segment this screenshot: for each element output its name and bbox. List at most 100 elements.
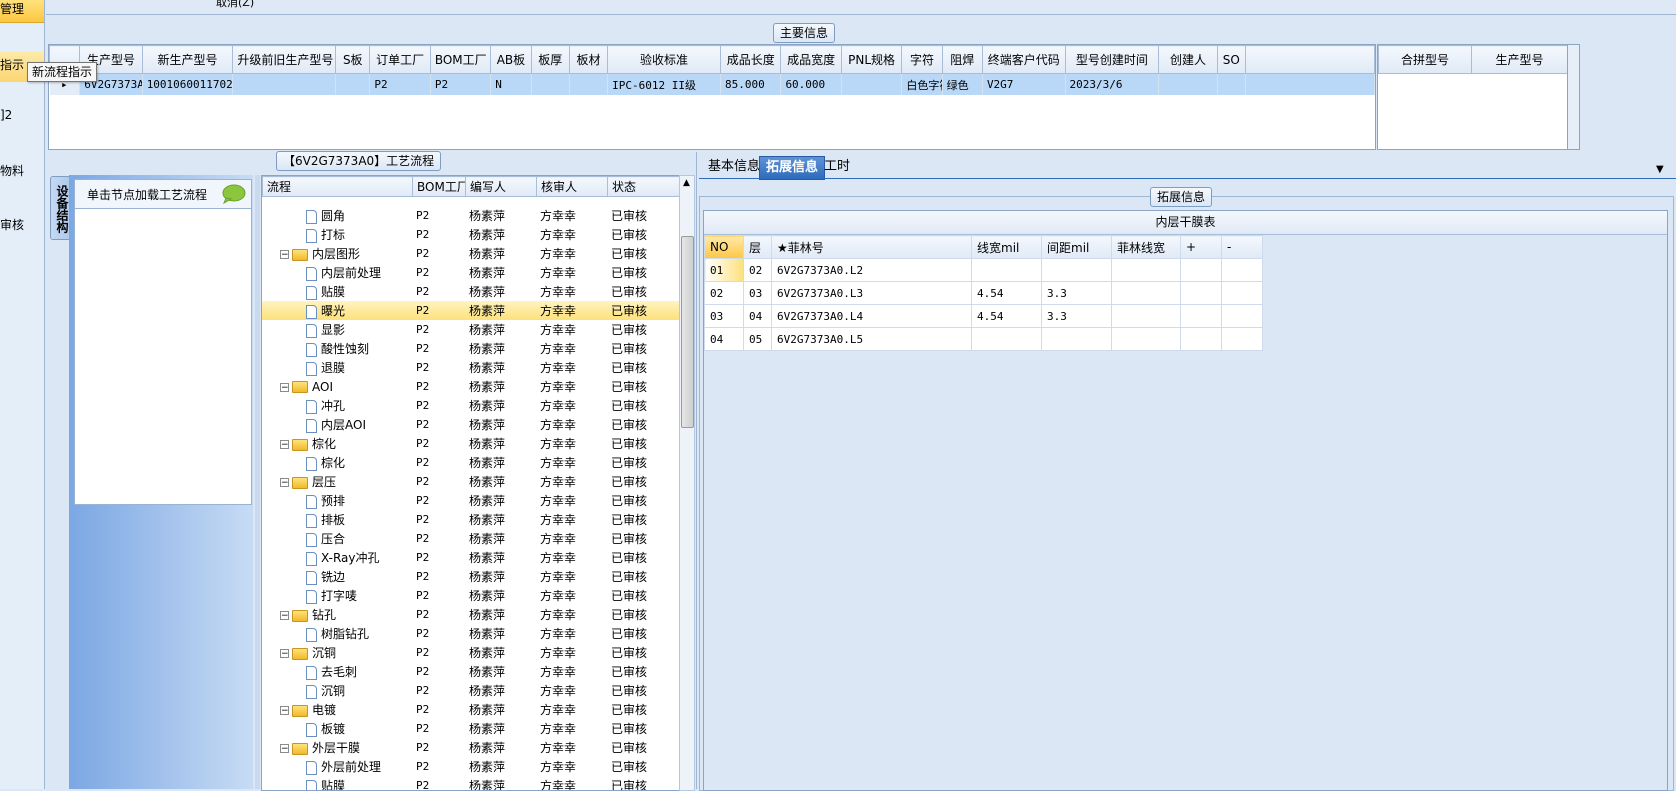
tree-row[interactable]: −外层干膜P2杨素萍方幸幸已审核: [262, 738, 680, 757]
film-row[interactable]: 04056V2G7373A0.L5: [705, 328, 1263, 351]
main-col-header-5[interactable]: BOM工厂: [430, 46, 490, 74]
collapse-icon[interactable]: −: [280, 744, 289, 753]
tree-row[interactable]: 冲孔P2杨素萍方幸幸已审核: [262, 396, 680, 415]
tree-node[interactable]: −钻孔: [262, 605, 412, 624]
film-cell[interactable]: 02: [744, 259, 772, 282]
tree-row[interactable]: 打标P2杨素萍方幸幸已审核: [262, 225, 680, 244]
tree-node[interactable]: 棕化: [262, 453, 412, 472]
main-col-header-10[interactable]: 成品长度: [720, 46, 780, 74]
film-cell[interactable]: 3.3: [1042, 282, 1112, 305]
film-cell[interactable]: [1222, 305, 1263, 328]
film-cell[interactable]: [1042, 328, 1112, 351]
collapse-icon[interactable]: −: [280, 478, 289, 487]
film-cell[interactable]: 6V2G7373A0.L4: [772, 305, 972, 328]
tree-row[interactable]: 沉铜P2杨素萍方幸幸已审核: [262, 681, 680, 700]
main-grid-row[interactable]: ▸6V2G7373A010010600117025P2P2NIPC-6012 I…: [50, 74, 1375, 96]
nav-item-4[interactable]: 审核: [0, 216, 24, 233]
tree-row[interactable]: 排板P2杨素萍方幸幸已审核: [262, 510, 680, 529]
tree-row[interactable]: 贴膜P2杨素萍方幸幸已审核: [262, 282, 680, 301]
tree-row[interactable]: −沉铜P2杨素萍方幸幸已审核: [262, 643, 680, 662]
main-col-header-12[interactable]: PNL规格: [841, 46, 901, 74]
tree-node[interactable]: 铣边: [262, 567, 412, 586]
main-col-header-18[interactable]: SO: [1217, 46, 1245, 74]
tree-row[interactable]: 内层AOIP2杨素萍方幸幸已审核: [262, 415, 680, 434]
tree-node[interactable]: X-Ray冲孔: [262, 548, 412, 567]
tree-col-header-3[interactable]: 核审人: [537, 177, 608, 197]
main-col-header-17[interactable]: 创建人: [1159, 46, 1217, 74]
tree-row[interactable]: 铣边P2杨素萍方幸幸已审核: [262, 567, 680, 586]
tree-row[interactable]: −电镀P2杨素萍方幸幸已审核: [262, 700, 680, 719]
tree-row[interactable]: −内层图形P2杨素萍方幸幸已审核: [262, 244, 680, 263]
tree-row[interactable]: 酸性蚀刻P2杨素萍方幸幸已审核: [262, 339, 680, 358]
tab-1[interactable]: 拓展信息: [759, 156, 825, 180]
tree-node[interactable]: 内层AOI: [262, 415, 412, 434]
film-row[interactable]: 01026V2G7373A0.L2: [705, 259, 1263, 282]
tree-node[interactable]: −层压: [262, 472, 412, 491]
tree-row[interactable]: 外层前处理P2杨素萍方幸幸已审核: [262, 757, 680, 776]
film-cell[interactable]: [1181, 282, 1222, 305]
tree-row[interactable]: 圆角P2杨素萍方幸幸已审核: [262, 206, 680, 225]
tree-row[interactable]: −AOIP2杨素萍方幸幸已审核: [262, 377, 680, 396]
tree-node[interactable]: 贴膜: [262, 282, 412, 301]
film-cell[interactable]: 04: [744, 305, 772, 328]
structure-list[interactable]: [74, 208, 252, 505]
tree-row[interactable]: 压合P2杨素萍方幸幸已审核: [262, 529, 680, 548]
tree-row[interactable]: X-Ray冲孔P2杨素萍方幸幸已审核: [262, 548, 680, 567]
tab-0[interactable]: 基本信息: [702, 156, 766, 178]
merge-col-header-1[interactable]: 生产型号: [1472, 46, 1568, 74]
film-cell[interactable]: [1112, 305, 1181, 328]
film-cell[interactable]: 01: [705, 259, 744, 282]
tree-row[interactable]: 棕化P2杨素萍方幸幸已审核: [262, 453, 680, 472]
film-cell[interactable]: [1222, 282, 1263, 305]
main-col-header-8[interactable]: 板材: [569, 46, 607, 74]
tree-node[interactable]: 排板: [262, 510, 412, 529]
tree-col-header-4[interactable]: 状态: [608, 177, 681, 197]
tree-node[interactable]: 冲孔: [262, 396, 412, 415]
tree-node[interactable]: 曝光: [262, 301, 412, 320]
film-col-header-0[interactable]: NO: [705, 236, 744, 259]
tree-node[interactable]: 打标: [262, 225, 412, 244]
main-col-header-11[interactable]: 成品宽度: [781, 46, 841, 74]
tab-2[interactable]: 工时: [818, 156, 856, 178]
film-cell[interactable]: 05: [744, 328, 772, 351]
main-col-header-7[interactable]: 板厚: [531, 46, 569, 74]
collapse-icon[interactable]: −: [280, 250, 289, 259]
tree-col-header-0[interactable]: 流程: [263, 177, 413, 197]
tree-scrollbar[interactable]: ▲: [679, 175, 695, 791]
tree-node[interactable]: 外层前处理: [262, 757, 412, 776]
tree-row[interactable]: 退膜P2杨素萍方幸幸已审核: [262, 358, 680, 377]
film-cell[interactable]: 02: [705, 282, 744, 305]
tree-node[interactable]: 压合: [262, 529, 412, 548]
tree-node[interactable]: −内层图形: [262, 244, 412, 263]
film-col-header-6[interactable]: +: [1181, 236, 1222, 259]
film-col-header-5[interactable]: 菲林线宽: [1112, 236, 1181, 259]
tree-row[interactable]: 预排P2杨素萍方幸幸已审核: [262, 491, 680, 510]
film-cell[interactable]: 6V2G7373A0.L2: [772, 259, 972, 282]
nav-item-1[interactable]: 指示: [0, 56, 24, 73]
film-cell[interactable]: 3.3: [1042, 305, 1112, 328]
film-cell[interactable]: 4.54: [972, 282, 1042, 305]
film-row[interactable]: 02036V2G7373A0.L34.543.3: [705, 282, 1263, 305]
tree-row[interactable]: 打字唛P2杨素萍方幸幸已审核: [262, 586, 680, 605]
nav-item-2[interactable]: ]2: [0, 108, 12, 122]
main-col-header-13[interactable]: 字符: [902, 46, 942, 74]
film-cell[interactable]: [1222, 328, 1263, 351]
scrollbar-thumb[interactable]: [681, 236, 694, 428]
main-col-header-6[interactable]: AB板: [491, 46, 531, 74]
main-col-header-1[interactable]: 新生产型号: [142, 46, 233, 74]
main-col-header-2[interactable]: 升级前旧生产型号: [233, 46, 336, 74]
film-cell[interactable]: 04: [705, 328, 744, 351]
tree-row[interactable]: −棕化P2杨素萍方幸幸已审核: [262, 434, 680, 453]
tree-node[interactable]: 板镀: [262, 719, 412, 738]
main-col-header-16[interactable]: 型号创建时间: [1065, 46, 1159, 74]
film-row[interactable]: 03046V2G7373A0.L44.543.3: [705, 305, 1263, 328]
film-cell[interactable]: [972, 328, 1042, 351]
tree-node[interactable]: 预排: [262, 491, 412, 510]
tree-row[interactable]: 内层前处理P2杨素萍方幸幸已审核: [262, 263, 680, 282]
merge-col-header-0[interactable]: 合拼型号: [1379, 46, 1472, 74]
collapse-icon[interactable]: −: [280, 383, 289, 392]
main-col-header-3[interactable]: S板: [336, 46, 370, 74]
collapse-icon[interactable]: −: [280, 649, 289, 658]
film-cell[interactable]: 4.54: [972, 305, 1042, 328]
film-col-header-2[interactable]: ★菲林号: [772, 236, 972, 259]
